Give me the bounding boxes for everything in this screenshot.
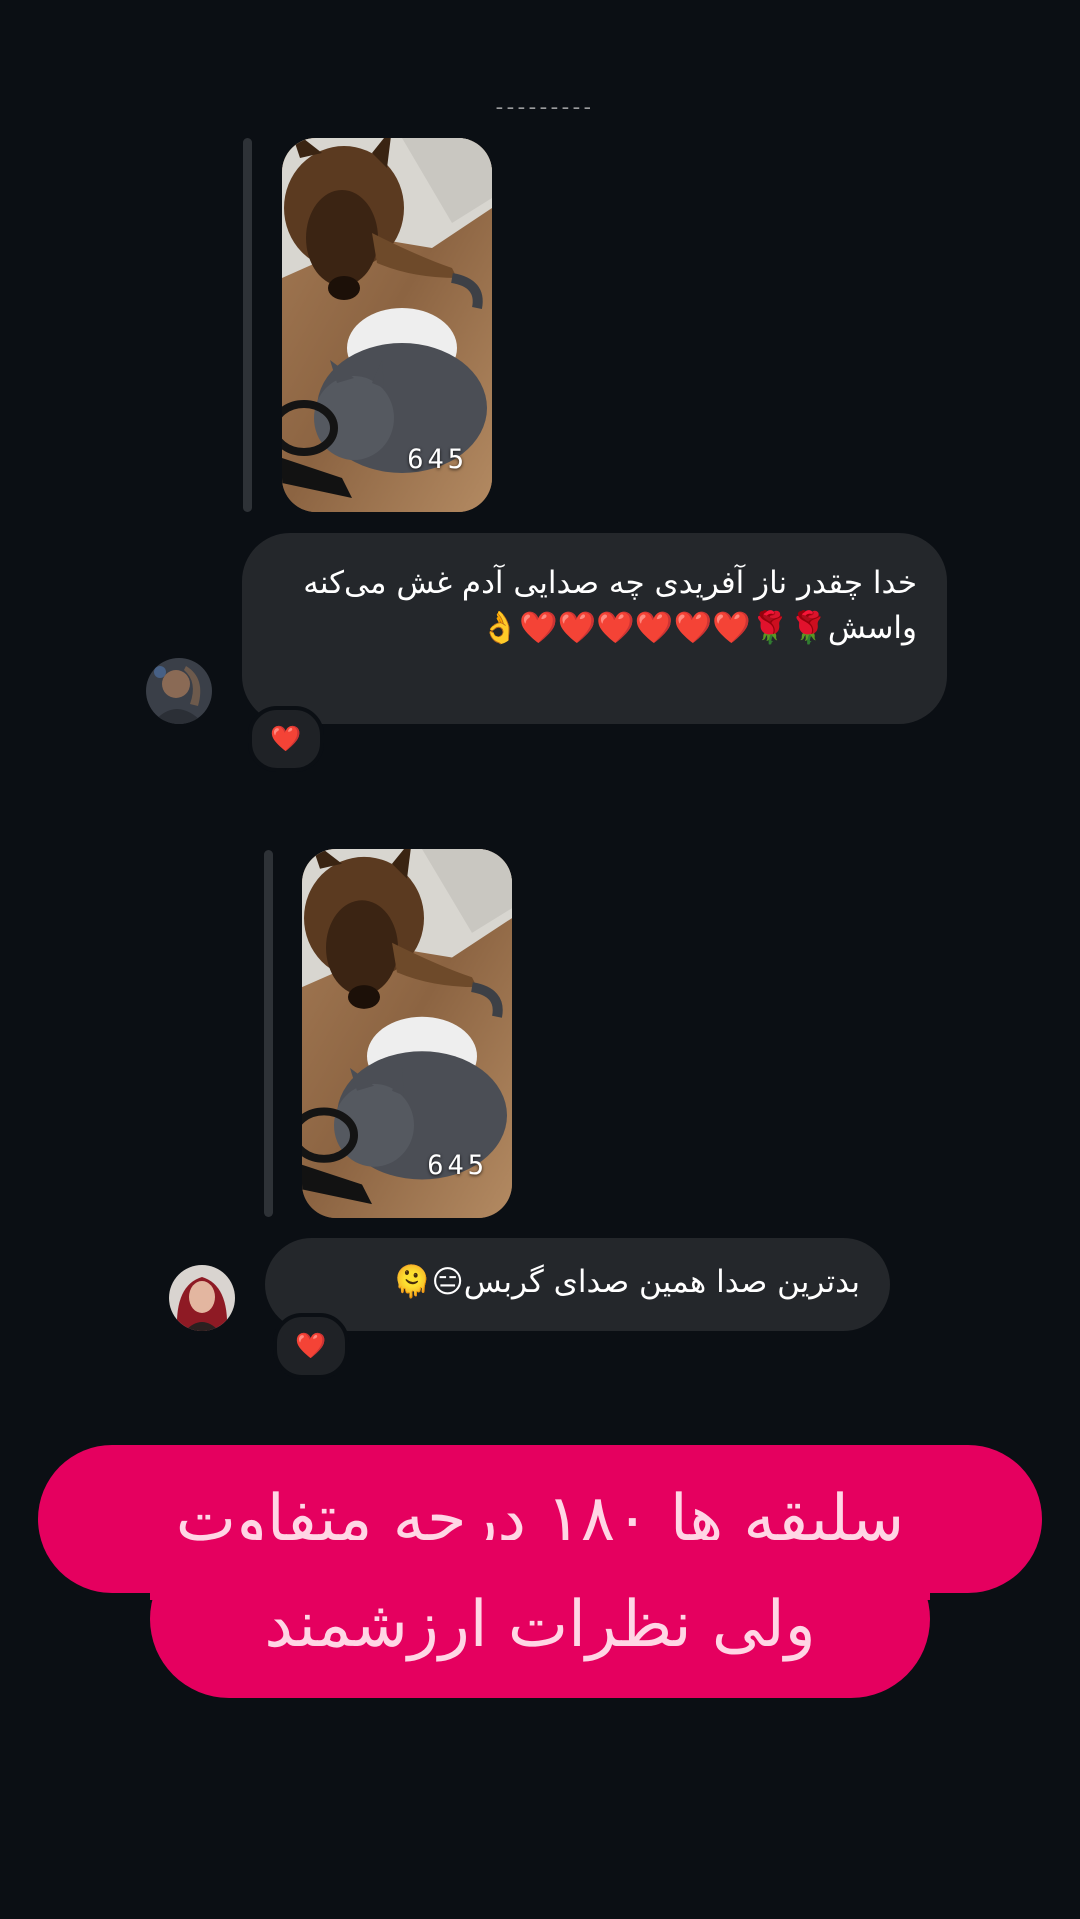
user-avatar-icon [146,658,212,724]
story-thumbnail[interactable]: 645 [302,849,512,1218]
story-view-count: 645 [427,1150,488,1181]
message-bubble[interactable]: خدا چقدر ناز آفریدی چه صدایی آدم غش می‌ک… [242,533,947,724]
story-thumbnail[interactable]: 645 [282,138,492,512]
user-avatar-icon [169,1265,235,1331]
story-view-count: 645 [407,444,468,475]
story-reply-bar [264,850,273,1217]
avatar[interactable] [146,658,212,724]
story-reply-bar [243,138,252,512]
truncated-previous-text: ـ ـ ـ ـ ـ ـ ـ ـ ـ [290,104,590,122]
avatar[interactable] [169,1265,235,1331]
heart-icon: ❤️ [295,1331,327,1360]
heart-reaction[interactable]: ❤️ [248,706,324,772]
heart-reaction[interactable]: ❤️ [273,1313,349,1379]
caption-line-2: ولی نظرات ارزشمند [150,1540,930,1698]
message-bubble[interactable]: بدترین صدا همین صدای گربس😑🫠 [265,1238,890,1331]
heart-icon: ❤️ [270,724,302,753]
